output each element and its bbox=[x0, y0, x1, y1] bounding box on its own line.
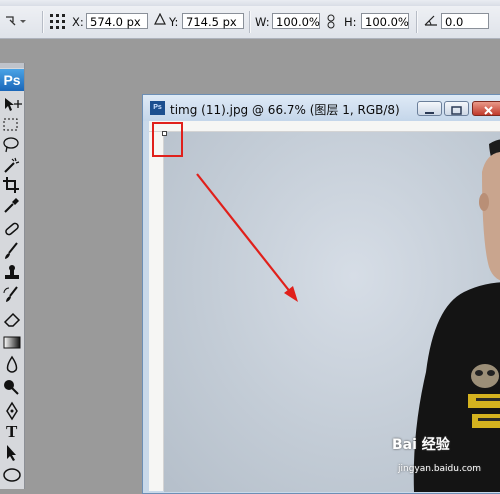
healing-brush-tool-icon[interactable] bbox=[1, 219, 23, 239]
document-titlebar[interactable]: Ps timg (11).jpg @ 66.7% (图层 1, RGB/8) bbox=[143, 95, 500, 121]
toolbox-grip[interactable] bbox=[0, 63, 24, 68]
document-title: timg (11).jpg @ 66.7% (图层 1, RGB/8) bbox=[170, 103, 400, 117]
photoshop-document-icon: Ps bbox=[150, 101, 165, 115]
ps-logo: Ps bbox=[0, 69, 24, 91]
gradient-tool-icon[interactable] bbox=[1, 333, 23, 353]
transform-handle[interactable] bbox=[162, 131, 167, 136]
marquee-tool-icon[interactable] bbox=[1, 115, 23, 135]
close-button[interactable] bbox=[472, 101, 500, 116]
width-label: W: bbox=[255, 15, 270, 29]
rotate-angle-field[interactable]: 0.0 bbox=[441, 13, 489, 29]
lasso-tool-icon[interactable] bbox=[1, 135, 23, 155]
horizontal-ruler bbox=[149, 121, 500, 132]
type-tool-icon[interactable]: T bbox=[1, 421, 23, 441]
blur-tool-icon[interactable] bbox=[1, 355, 23, 375]
brush-tool-icon[interactable] bbox=[1, 241, 23, 261]
annotation-highlight-box bbox=[152, 122, 183, 157]
magic-wand-tool-icon[interactable] bbox=[1, 155, 23, 175]
options-bar: X: 574.0 px Y: 714.5 px W: 100.0% H: 100… bbox=[0, 6, 500, 39]
reference-point-icon[interactable] bbox=[49, 13, 67, 34]
relative-position-icon[interactable] bbox=[154, 12, 166, 28]
options-separator bbox=[416, 11, 418, 33]
options-separator bbox=[249, 11, 251, 33]
minimize-button[interactable] bbox=[417, 101, 442, 116]
shape-tool-icon[interactable] bbox=[1, 465, 23, 485]
width-field[interactable]: 100.0% bbox=[272, 13, 320, 29]
y-label: Y: bbox=[169, 15, 179, 29]
baidu-watermark: Bai 经验 bbox=[392, 437, 450, 453]
height-field[interactable]: 100.0% bbox=[361, 13, 409, 29]
maximize-button[interactable] bbox=[444, 101, 469, 116]
baidu-watermark-url: jingyan.baidu.com bbox=[398, 464, 482, 474]
x-label: X: bbox=[72, 15, 84, 29]
dodge-tool-icon[interactable] bbox=[1, 377, 23, 397]
history-brush-tool-icon[interactable] bbox=[1, 285, 23, 305]
toolbox: Ps T bbox=[0, 63, 25, 489]
clone-stamp-tool-icon[interactable] bbox=[1, 263, 23, 283]
svg-text:T: T bbox=[6, 422, 18, 441]
pen-tool-icon[interactable] bbox=[1, 401, 23, 421]
y-position-field[interactable]: 714.5 px bbox=[182, 13, 244, 29]
options-separator bbox=[42, 11, 44, 33]
eyedropper-tool-icon[interactable] bbox=[1, 195, 23, 215]
move-tool-icon[interactable] bbox=[1, 95, 23, 115]
link-icon[interactable] bbox=[327, 14, 335, 32]
crop-tool-icon[interactable] bbox=[1, 175, 23, 195]
vertical-ruler bbox=[149, 121, 164, 491]
eraser-tool-icon[interactable] bbox=[1, 309, 23, 329]
path-selection-tool-icon[interactable] bbox=[1, 443, 23, 463]
rotate-angle-icon bbox=[424, 14, 438, 29]
tool-preset-icon[interactable] bbox=[4, 14, 28, 33]
height-label: H: bbox=[344, 15, 357, 29]
x-position-field[interactable]: 574.0 px bbox=[86, 13, 148, 29]
